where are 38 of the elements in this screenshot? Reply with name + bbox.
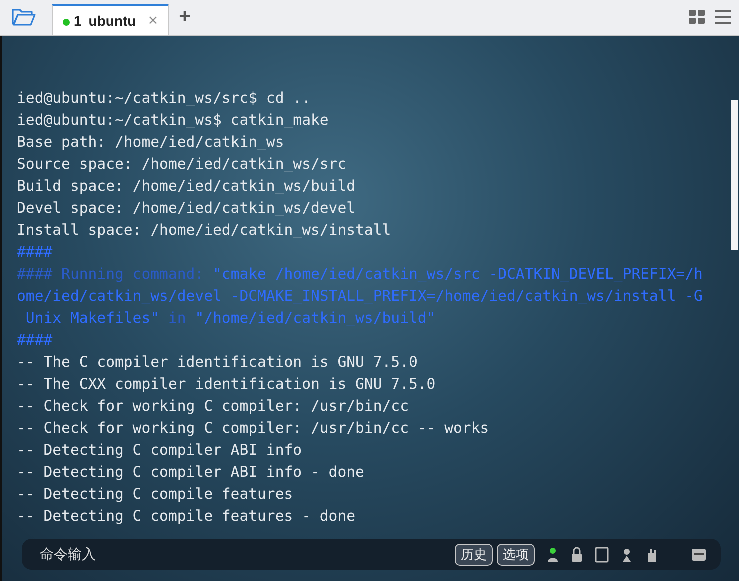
tab[interactable]: 1 ubuntu × [52, 4, 170, 35]
command-button[interactable]: 历史 [455, 544, 493, 566]
command-input[interactable]: 命令输入 [38, 546, 451, 564]
command-button[interactable]: 选项 [497, 544, 535, 566]
terminal-line: #### [17, 243, 54, 263]
close-button[interactable]: × [148, 10, 158, 30]
lock-icon[interactable] [571, 546, 583, 562]
terminal-line: Unix Makefiles" in "/home/ied/catkin_ws/build" [24, 309, 437, 329]
menu-icon[interactable] [715, 10, 731, 24]
scrollbar-thumb[interactable] [731, 100, 738, 250]
command-bar[interactable]: 命令输入 历史 选项 [22, 539, 721, 570]
terminal-line: #### Running command: "cmake /home/ied/catkin_ws/src -DCATKIN_DEVEL_PREFIX=/h [17, 265, 704, 285]
terminal-line: -- The C compiler identification is GNU 7.5.0 [17, 353, 419, 373]
terminal-line: -- Detecting C compile features - done [17, 507, 357, 527]
folder-icon[interactable] [12, 8, 36, 26]
person-icon[interactable] [547, 546, 559, 562]
tab-label: ubuntu [88, 12, 136, 28]
tab-number: 1 [74, 12, 82, 28]
terminal-line: #### [17, 331, 54, 351]
terminal-line: -- Check for working C compiler: /usr/bin/cc [17, 397, 410, 417]
terminal-line: -- Detecting C compiler ABI info [17, 441, 304, 461]
terminal-line: -- Detecting C compile features [17, 485, 294, 505]
grid-icon[interactable] [689, 10, 705, 24]
figure-icon[interactable] [621, 546, 633, 562]
terminal-line: Build space: /home/ied/catkin_ws/build [17, 177, 357, 197]
terminal-line: -- The CXX compiler identification is GNU 7.5.0 [17, 375, 437, 395]
new-tab-button[interactable]: + [179, 6, 191, 29]
terminal-line: Devel space: /home/ied/catkin_ws/devel [17, 199, 357, 219]
terminal-line: ied@ubuntu:~/catkin_ws/src$ cd .. [17, 89, 312, 109]
terminal-line: ied@ubuntu:~/catkin_ws$ catkin_make [17, 111, 330, 131]
keyboard-icon[interactable] [691, 546, 707, 562]
terminal-line: -- Check for working C compiler: /usr/bin/cc -- works [17, 419, 490, 439]
terminal-line: ome/ied/catkin_ws/devel -DCMAKE_INSTALL_PREFIX=/home/ied/catkin_ws/install -G [17, 287, 704, 307]
terminal-line: Source space: /home/ied/catkin_ws/src [17, 155, 348, 175]
terminal-line: Install space: /home/ied/catkin_ws/install [17, 221, 392, 241]
document-icon[interactable] [595, 546, 609, 562]
terminal-line: -- Detecting C compiler ABI info - done [17, 463, 366, 483]
terminal-line: Base path: /home/ied/catkin_ws [17, 133, 286, 153]
